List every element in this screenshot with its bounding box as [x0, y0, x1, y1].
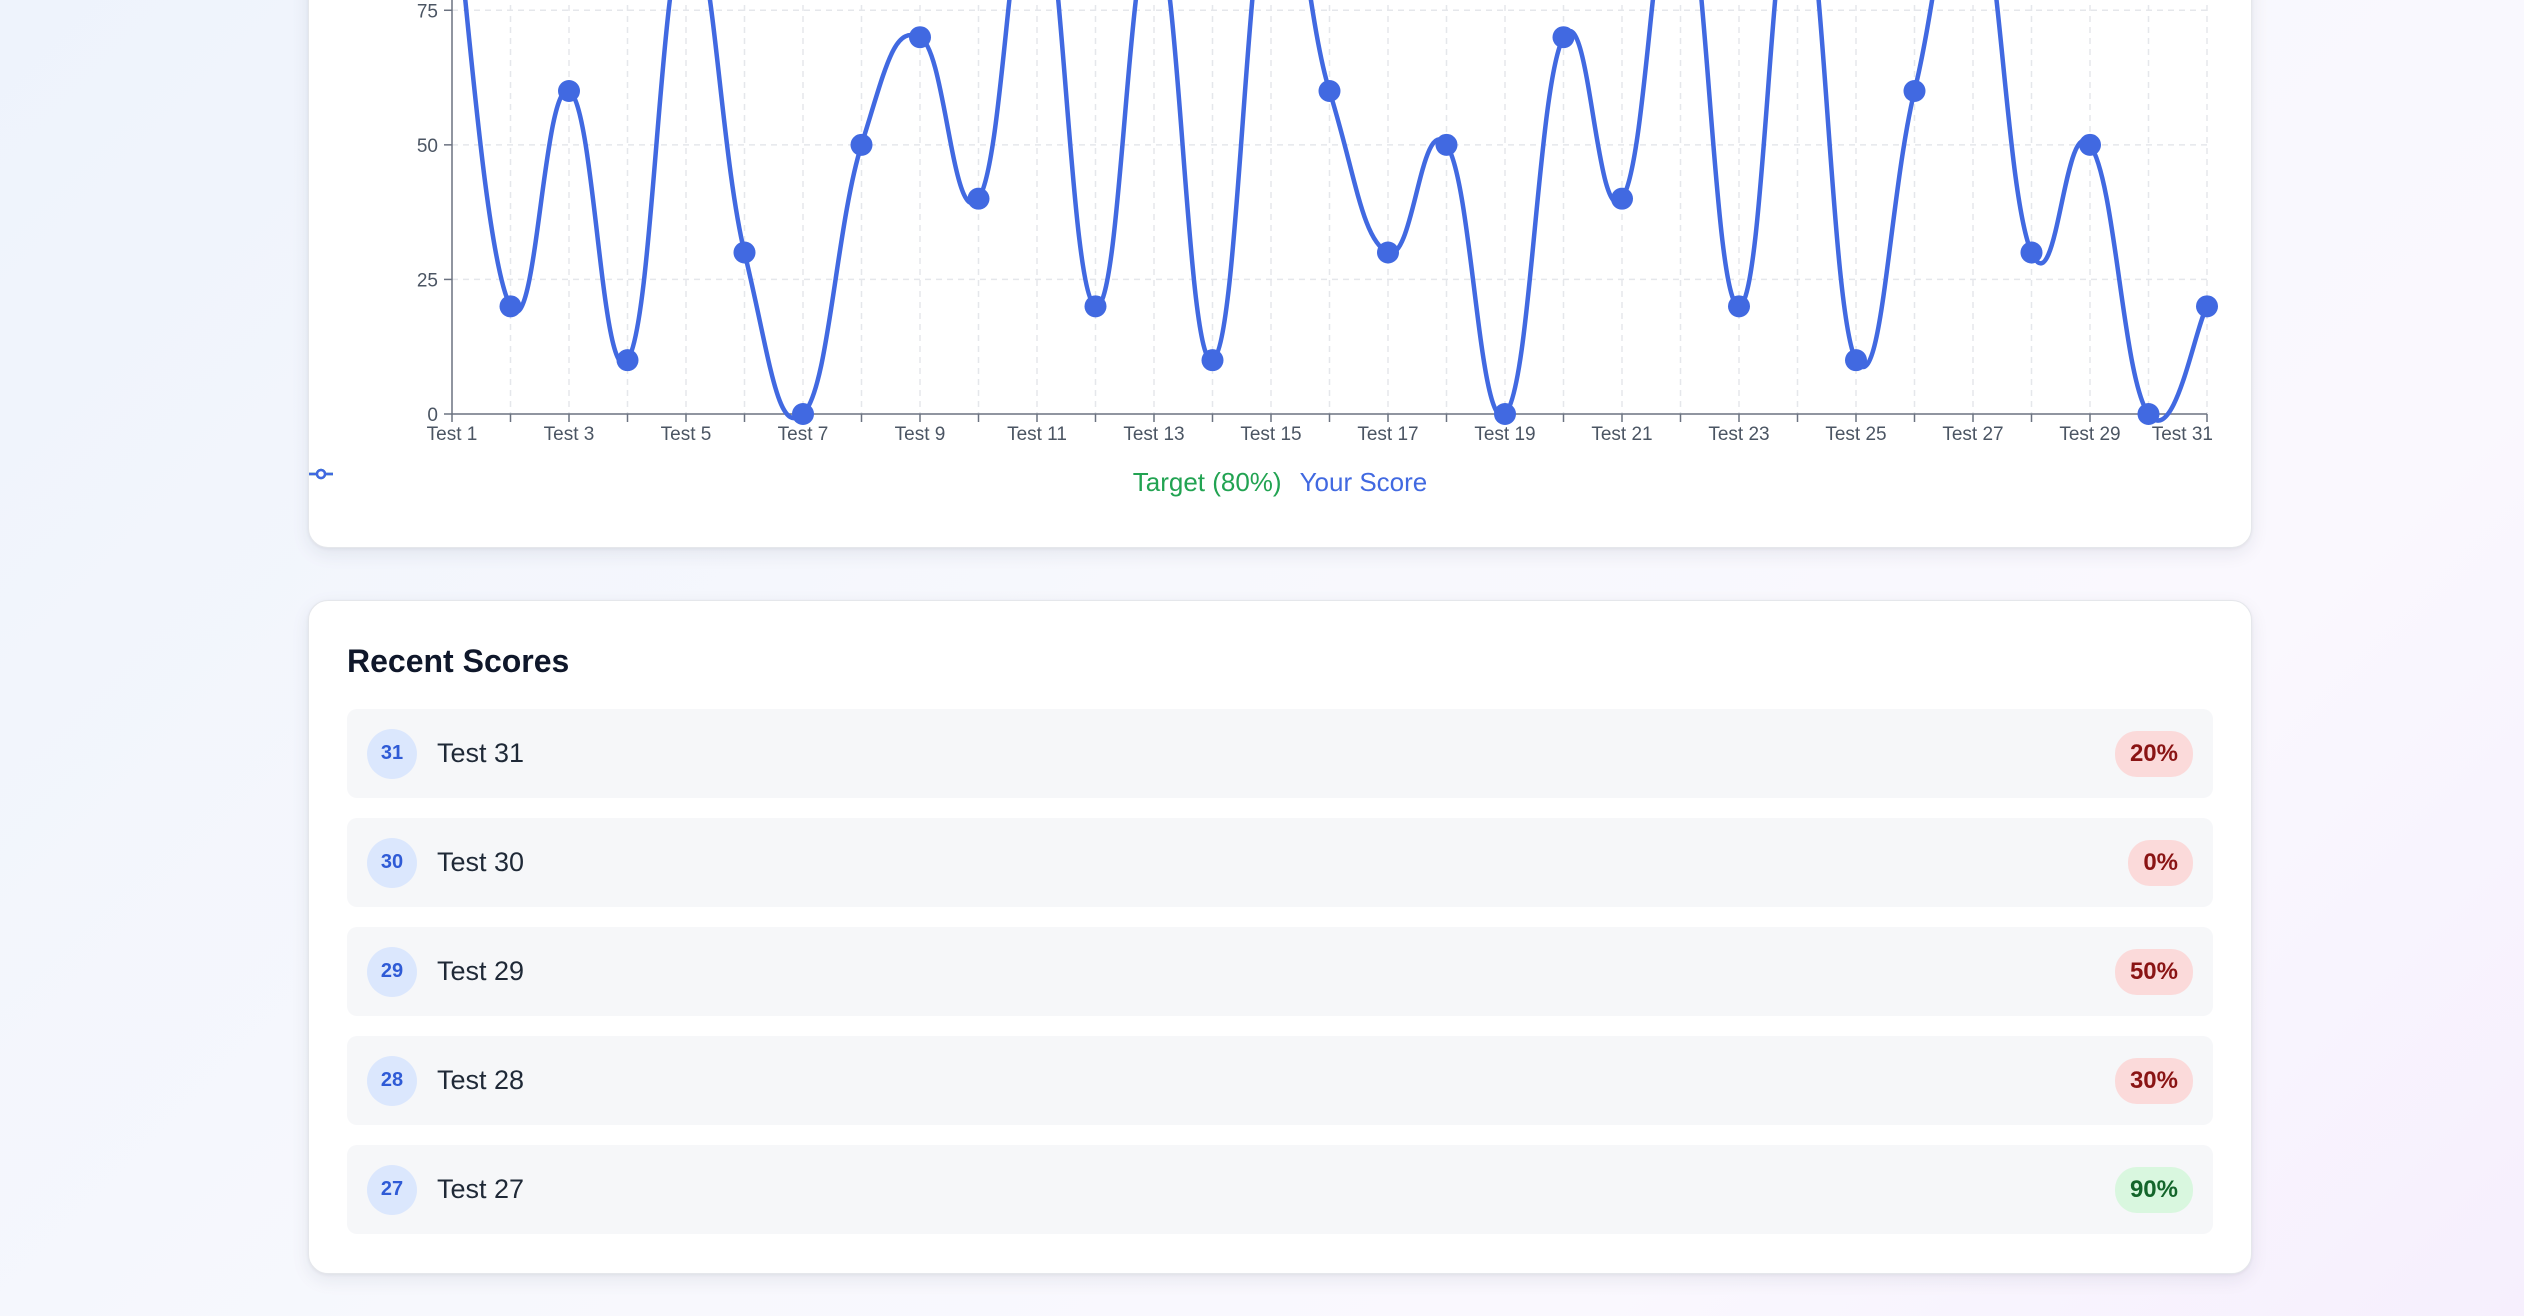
- x-tick-label: Test 9: [895, 424, 946, 445]
- x-tick-label: Test 15: [1240, 424, 1301, 445]
- score-data-point: [2137, 403, 2160, 425]
- recent-scores-list: 31 Test 31 20% 30 Test 30 0% 29 Test 29 …: [347, 709, 2213, 1254]
- score-badge: 90%: [2114, 1166, 2193, 1213]
- score-row-30[interactable]: 30 Test 30 0%: [347, 818, 2213, 907]
- score-data-point: [2020, 241, 2043, 264]
- score-data-point: [909, 26, 931, 49]
- score-badge: 0%: [2128, 839, 2193, 886]
- score-badge: 30%: [2114, 1057, 2193, 1104]
- chart-legend: Target (80%) Your Score: [309, 467, 2251, 498]
- test-number-badge: 27: [367, 1164, 417, 1215]
- x-tick-label: Test 29: [2059, 424, 2120, 445]
- x-tick-label: Test 21: [1591, 424, 1652, 445]
- test-number-badge: 29: [367, 946, 417, 997]
- legend-label-target: Target (80%): [1132, 467, 1282, 497]
- x-tick-label: Test 19: [1474, 424, 1535, 445]
- x-tick-label: Test 31: [2152, 424, 2213, 445]
- score-data-point: [1377, 241, 1399, 264]
- test-name: Test 30: [437, 847, 525, 877]
- x-tick-label: Test 1: [427, 424, 478, 445]
- test-name: Test 27: [437, 1174, 525, 1204]
- score-data-point: [1494, 403, 1516, 425]
- score-badge: 50%: [2114, 948, 2193, 995]
- score-legend-icon: [309, 468, 333, 480]
- x-tick-label: Test 13: [1123, 424, 1184, 445]
- test-name: Test 31: [437, 738, 525, 768]
- score-data-point: [967, 187, 990, 210]
- x-tick-label: Test 11: [1007, 424, 1067, 445]
- x-tick-label: Test 23: [1708, 424, 1769, 445]
- score-data-point: [1201, 349, 1224, 372]
- score-badge: 20%: [2114, 730, 2193, 777]
- legend-item-target[interactable]: Target (80%): [309, 467, 1282, 498]
- score-data-point: [792, 403, 814, 425]
- score-data-point: [1903, 80, 1926, 103]
- score-data-point: [1611, 187, 1633, 210]
- score-data-point: [850, 133, 873, 156]
- test-number-badge: 31: [367, 728, 417, 779]
- test-name: Test 29: [437, 956, 525, 986]
- score-data-point: [2079, 133, 2101, 156]
- y-tick-label: 50: [417, 136, 438, 157]
- x-tick-label: Test 3: [544, 424, 595, 445]
- score-data-point: [1845, 349, 1867, 372]
- x-tick-label: Test 27: [1942, 424, 2003, 445]
- recent-scores-title: Recent Scores: [347, 643, 570, 679]
- score-data-point: [616, 349, 639, 372]
- score-data-point: [1084, 295, 1107, 318]
- score-row-28[interactable]: 28 Test 28 30%: [347, 1036, 2213, 1125]
- test-number-badge: 30: [367, 837, 417, 888]
- y-tick-label: 0: [427, 405, 438, 426]
- score-data-point: [733, 241, 756, 264]
- y-tick-label: 75: [417, 1, 438, 22]
- x-tick-label: Test 17: [1357, 424, 1418, 445]
- score-row-29[interactable]: 29 Test 29 50%: [347, 927, 2213, 1016]
- score-data-point: [1552, 26, 1575, 49]
- score-data-point: [1435, 133, 1458, 156]
- score-chart-card: 0 25 50 75 Test 1 Test 3 Test 5 Test 7 Test 9 Tes…: [308, 0, 2252, 548]
- score-data-point: [2196, 295, 2218, 318]
- x-tick-label: Test 25: [1825, 424, 1886, 445]
- test-number-badge: 28: [367, 1055, 417, 1106]
- recent-scores-card: Recent Scores 31 Test 31 20% 30 Test 30 …: [308, 600, 2252, 1274]
- score-data-point: [1728, 295, 1750, 318]
- legend-item-your-score[interactable]: Your Score: [309, 467, 1428, 498]
- score-row-27[interactable]: 27 Test 27 90%: [347, 1145, 2213, 1234]
- x-tick-label: Test 5: [661, 424, 712, 445]
- y-tick-label: 25: [417, 270, 438, 291]
- score-data-point: [499, 295, 522, 318]
- legend-label-your-score: Your Score: [1299, 467, 1428, 497]
- score-line-chart: 0 25 50 75 Test 1 Test 3 Test 5 Test 7 Test 9 Tes…: [417, 0, 2218, 445]
- score-data-point: [1318, 80, 1341, 103]
- x-tick-label: Test 7: [778, 424, 829, 445]
- score-data-point: [558, 80, 580, 103]
- score-row-31[interactable]: 31 Test 31 20%: [347, 709, 2213, 798]
- test-name: Test 28: [437, 1065, 525, 1095]
